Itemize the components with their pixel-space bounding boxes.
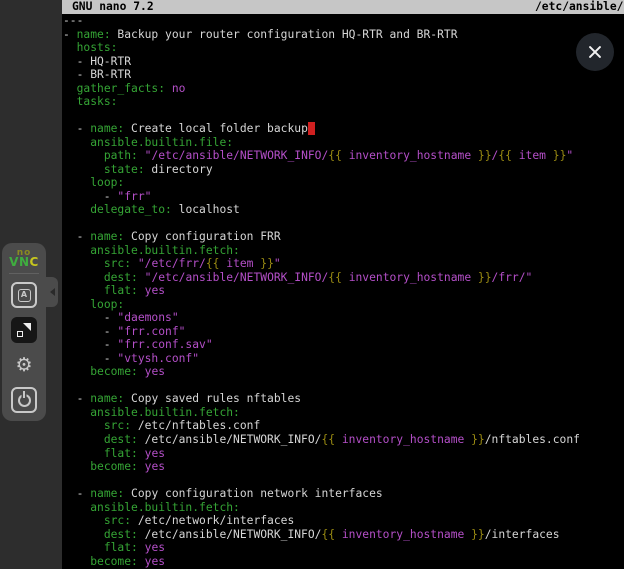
terminal-screen[interactable]: GNU nano 7.2 /etc/ansible/b ---- name: B… [62,0,624,569]
editor-line: gather_facts: no [63,82,580,96]
editor-line: --- [63,14,580,28]
editor-line: flat: yes [63,284,580,298]
novnc-logo: no VNC [2,243,46,268]
editor-line: loop: [63,176,580,190]
editor-line: src: /etc/network/interfaces [63,514,580,528]
editor-line: - BR-RTR [63,68,580,82]
editor-line: - "vtysh.conf" [63,352,580,366]
nano-version: GNU nano 7.2 [72,0,154,14]
close-button[interactable] [576,33,614,71]
editor-line: path: "/etc/ansible/NETWORK_INFO/{{ inve… [63,149,580,163]
editor-line: ansible.builtin.fetch: [63,244,580,258]
editor-line: - name: Create local folder backup [63,122,580,136]
editor-line: hosts: [63,41,580,55]
editor-line: - "frr" [63,190,580,204]
control-bar-handle[interactable] [46,277,58,307]
editor-line: - HQ-RTR [63,55,580,69]
editor-line: - "daemons" [63,311,580,325]
fullscreen-button[interactable] [11,317,37,343]
editor-line: - name: Copy saved rules nftables [63,392,580,406]
chevron-left-icon [50,288,55,296]
editor-line [63,217,580,231]
novnc-logo-vnc: VNC [2,257,46,268]
extra-keys-button[interactable]: A [11,282,37,308]
keyboard-a-icon: A [18,289,31,302]
nano-filepath: /etc/ansible/b [535,0,624,14]
editor-line [63,379,580,393]
power-icon [18,394,31,407]
editor-line: become: yes [63,460,580,474]
editor-line: state: directory [63,163,580,177]
editor-line: ansible.builtin.file: [63,136,580,150]
novnc-control-bar: no VNC A ⚙ [2,243,46,421]
editor-line: loop: [63,298,580,312]
fullscreen-icon [17,323,31,337]
editor-line: - name: Backup your router configuration… [63,28,580,42]
editor-line: - name: Copy configuration FRR [63,230,580,244]
gear-icon: ⚙ [15,356,32,375]
text-cursor [308,122,315,135]
editor-line: src: "/etc/frr/{{ item }}" [63,257,580,271]
editor-line: src: /etc/nftables.conf [63,419,580,433]
close-icon [587,44,603,60]
editor-line: dest: /etc/ansible/NETWORK_INFO/{{ inven… [63,528,580,542]
editor-line: delegate_to: localhost [63,203,580,217]
editor-line: - "frr.conf.sav" [63,338,580,352]
editor-line: ansible.builtin.fetch: [63,501,580,515]
editor-line: - name: Copy configuration network inter… [63,487,580,501]
editor-line: tasks: [63,95,580,109]
editor-line: - "frr.conf" [63,325,580,339]
editor-line: become: yes [63,365,580,379]
editor-line [63,109,580,123]
disconnect-button[interactable] [11,387,37,413]
editor-line: flat: yes [63,541,580,555]
editor-line: dest: "/etc/ansible/NETWORK_INFO/{{ inve… [63,271,580,285]
editor-line: dest: /etc/ansible/NETWORK_INFO/{{ inven… [63,433,580,447]
editor-content[interactable]: ---- name: Backup your router configurat… [63,14,580,568]
panel-buttons: A ⚙ [2,274,46,413]
nano-titlebar: GNU nano 7.2 /etc/ansible/b [62,0,624,14]
editor-line: flat: yes [63,447,580,461]
editor-line: ansible.builtin.fetch: [63,406,580,420]
editor-line: become: yes [63,555,580,569]
editor-line [63,474,580,488]
settings-button[interactable]: ⚙ [11,352,37,378]
